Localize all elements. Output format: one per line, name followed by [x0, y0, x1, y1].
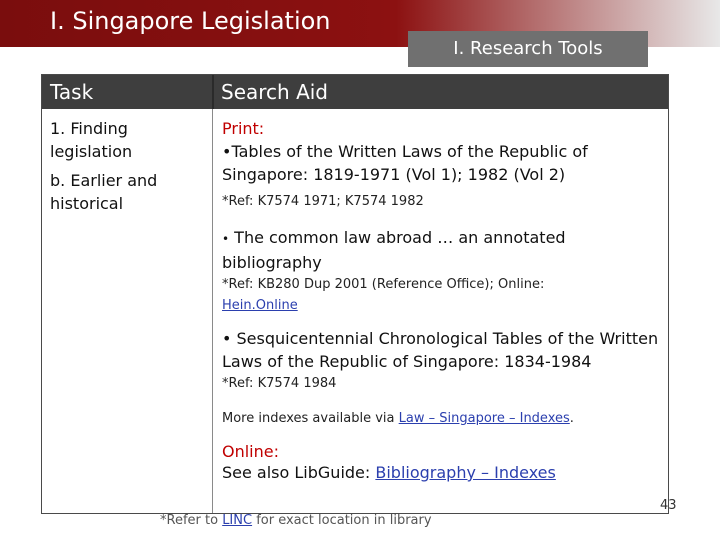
item-1-title: •Tables of the Written Laws of the Repub… [222, 142, 588, 184]
page-number: 43 [660, 498, 677, 513]
task-cell: 1. Finding legislation b. Earlier and hi… [50, 117, 200, 215]
slide-title: I. Singapore Legislation [50, 7, 331, 35]
more-indexes-suffix: . [569, 411, 574, 426]
item-1-ref: *Ref: K7574 1971; K7574 1982 [222, 194, 424, 209]
item-3-title: • Sesquicentennial Chronological Tables … [222, 329, 659, 371]
footnote: *Refer to LINC for exact location in lib… [160, 513, 432, 528]
item-3-ref: *Ref: K7574 1984 [222, 376, 337, 391]
item-2-title: • The common law abroad … an annotated b… [222, 226, 668, 274]
print-label: Print: [222, 119, 265, 138]
task-line-2: b. Earlier and historical [50, 171, 158, 213]
footnote-text: *Refer to [160, 513, 223, 528]
more-indexes-text: More indexes available via [222, 411, 399, 426]
item-2-title-text: The common law abroad … an annotated bib… [222, 228, 566, 272]
more-indexes-line: More indexes available via Law – Singapo… [222, 408, 668, 429]
online-label: Online: [222, 442, 279, 461]
bibliography-indexes-link[interactable]: Bibliography – Indexes [375, 463, 555, 482]
law-singapore-indexes-link[interactable]: Law – Singapore – Indexes [399, 411, 570, 426]
header-task: Task [50, 80, 94, 104]
header-search-aid: Search Aid [221, 80, 329, 104]
footnote-suffix: for exact location in library [252, 513, 432, 528]
linc-link[interactable]: LINC [222, 513, 252, 528]
see-also-line: See also LibGuide: Bibliography – Indexe… [222, 463, 556, 482]
section-subtitle: I. Research Tools [408, 31, 648, 67]
task-line-1: 1. Finding legislation [50, 119, 133, 161]
see-also-text: See also LibGuide: [222, 463, 376, 482]
heinonline-link[interactable]: Hein.Online [222, 298, 298, 313]
item-2-ref-text: *Ref: KB280 Dup 2001 (Reference Office);… [222, 277, 545, 292]
column-divider [212, 109, 213, 513]
item-2-ref: *Ref: KB280 Dup 2001 (Reference Office);… [222, 274, 668, 316]
search-aid-cell: Print: •Tables of the Written Laws of th… [222, 117, 668, 503]
header-divider [212, 75, 214, 109]
table-header-row: Task Search Aid [42, 75, 668, 109]
search-aid-table: Task Search Aid 1. Finding legislation b… [41, 74, 669, 514]
see-also-wrap: See also LibGuide: Bibliography – Indexe… [222, 463, 668, 503]
